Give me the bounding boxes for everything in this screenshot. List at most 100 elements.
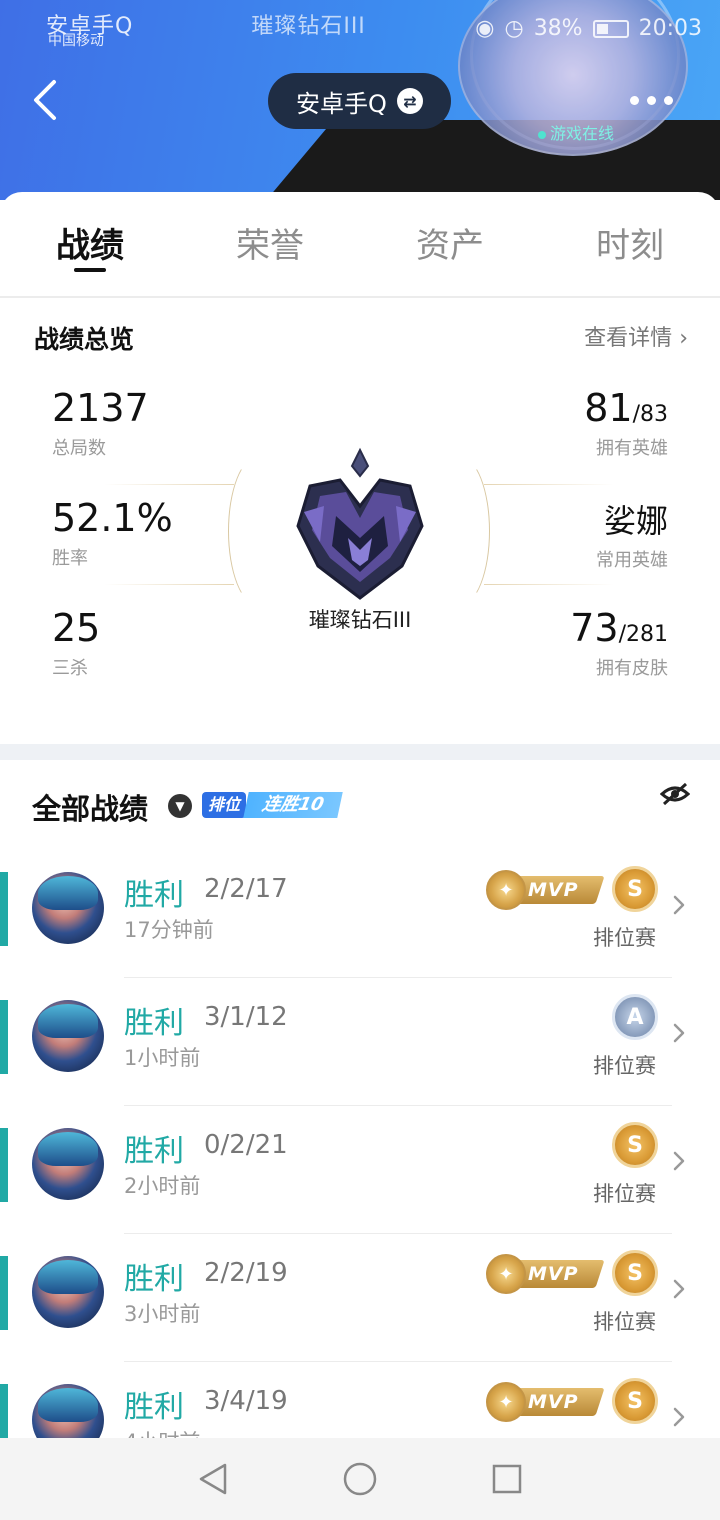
all-matches-title[interactable]: 全部战绩 <box>32 786 148 828</box>
more-dot-icon <box>630 95 639 105</box>
mvp-star-icon: ✦ <box>486 1382 526 1422</box>
tab-record[interactable]: 战绩 <box>0 192 180 296</box>
emblem-arc-left <box>228 456 288 606</box>
win-indicator-bar <box>0 1000 8 1074</box>
stat-total: /281 <box>618 622 668 647</box>
stat-label: 三杀 <box>52 658 88 679</box>
more-options-button[interactable] <box>630 88 680 112</box>
circle-home-icon <box>343 1462 377 1496</box>
match-mode: 排位赛 <box>593 1054 656 1078</box>
match-result: 胜利 <box>124 878 184 913</box>
tab-honor[interactable]: 荣誉 <box>180 192 360 296</box>
nav-home-button[interactable] <box>340 1459 380 1499</box>
match-mode: 排位赛 <box>593 926 656 950</box>
divider-line <box>104 584 234 585</box>
mvp-badge: ✦ MVP <box>486 1254 605 1294</box>
chevron-right-icon <box>673 1023 685 1043</box>
grade-s-icon: S <box>612 866 658 912</box>
account-switch-button[interactable]: 安卓手Q ⇄ <box>268 73 451 129</box>
divider-line <box>484 484 614 485</box>
grade-a-icon: A <box>612 994 658 1040</box>
match-kda: 0/2/21 <box>204 1130 288 1160</box>
stat-number: 73 <box>570 606 619 650</box>
battery-percent: 38% <box>533 16 583 41</box>
view-details-link[interactable]: 查看详情 › <box>584 320 688 352</box>
stat-value: 娑娜 <box>603 502 668 540</box>
match-result: 胜利 <box>124 1262 184 1297</box>
match-time: 17分钟前 <box>124 918 214 942</box>
stat-heroes-owned: 81/83 拥有英雄 <box>584 386 668 460</box>
stat-total-games: 2137 总局数 <box>52 386 149 460</box>
streak-badge-ranked: 排位 <box>202 792 246 818</box>
chevron-right-icon <box>673 1407 685 1427</box>
tab-moments[interactable]: 时刻 <box>540 192 720 296</box>
back-button[interactable] <box>28 78 68 122</box>
divider-line <box>104 484 234 485</box>
more-dot-icon <box>664 95 673 105</box>
match-row[interactable]: 胜利 0/2/21 2小时前 S 排位赛 <box>0 1106 720 1234</box>
hero-avatar <box>32 872 104 944</box>
record-overview: 战绩总览 查看详情 › 2137 总局数 52.1% 胜率 25 三杀 81/8… <box>0 298 720 744</box>
grade-s-icon: S <box>612 1378 658 1424</box>
online-status-text: 游戏在线 <box>550 124 615 143</box>
match-result: 胜利 <box>124 1390 184 1425</box>
carrier-label: 中国移动 <box>48 33 104 49</box>
mvp-star-icon: ✦ <box>486 1254 526 1294</box>
stat-label: 拥有皮肤 <box>596 658 668 679</box>
hero-avatar <box>32 1000 104 1072</box>
section-divider <box>0 744 720 760</box>
stat-value: 52.1% <box>52 496 173 540</box>
match-row[interactable]: 胜利 2/2/17 17分钟前 ✦ MVP S 排位赛 <box>0 850 720 978</box>
chevron-right-icon: › <box>679 326 688 351</box>
matches-header: 全部战绩 ▼ 排位 连胜10 <box>0 760 720 850</box>
mvp-label: MVP <box>528 1391 579 1413</box>
match-kda: 3/1/12 <box>204 1002 288 1032</box>
diamond-rank-emblem-icon[interactable] <box>290 446 430 606</box>
match-kda: 3/4/19 <box>204 1386 288 1416</box>
match-row[interactable]: 胜利 3/1/12 1小时前 A 排位赛 <box>0 978 720 1106</box>
emblem-arc-right <box>430 456 490 606</box>
hero-avatar <box>32 1128 104 1200</box>
nav-recents-button[interactable] <box>487 1459 527 1499</box>
streak-badge-count: 连胜10 <box>243 792 343 818</box>
online-status: 游戏在线 <box>538 120 614 144</box>
match-time: 3小时前 <box>124 1302 201 1326</box>
win-indicator-bar <box>0 1256 8 1330</box>
stat-triple-kills: 25 三杀 <box>52 606 100 680</box>
match-row[interactable]: 胜利 2/2/19 3小时前 ✦ MVP S 排位赛 <box>0 1234 720 1362</box>
match-mode: 排位赛 <box>593 1310 656 1334</box>
hide-eye-icon[interactable] <box>660 782 690 806</box>
divider-line <box>484 584 614 585</box>
stat-value: 81/83 <box>584 386 668 430</box>
hero-avatar <box>32 1256 104 1328</box>
stat-label: 总局数 <box>52 438 106 459</box>
chevron-right-icon <box>673 1151 685 1171</box>
eye-icon: ◉ <box>475 16 495 41</box>
win-indicator-bar <box>0 1128 8 1202</box>
stat-skins-owned: 73/281 拥有皮肤 <box>570 606 668 680</box>
stat-label: 胜率 <box>52 548 88 569</box>
mvp-label: MVP <box>528 1263 579 1285</box>
grade-s-icon: S <box>612 1122 658 1168</box>
match-result: 胜利 <box>124 1134 184 1169</box>
square-recents-icon <box>492 1464 521 1494</box>
status-overlay-text: 璀璨钻石III <box>251 14 366 39</box>
stat-label: 拥有英雄 <box>596 438 668 459</box>
account-title: 安卓手Q <box>296 89 387 118</box>
stat-common-hero[interactable]: 娑娜 常用英雄 <box>596 496 668 572</box>
filter-dropdown-icon[interactable]: ▼ <box>168 794 192 818</box>
view-details-text: 查看详情 <box>584 326 673 351</box>
match-mode: 排位赛 <box>593 1182 656 1206</box>
nav-back-button[interactable] <box>193 1459 233 1499</box>
swap-icon: ⇄ <box>396 88 423 114</box>
mvp-badge: ✦ MVP <box>486 870 605 910</box>
back-arrow-icon <box>34 80 56 120</box>
match-kda: 2/2/17 <box>204 874 288 904</box>
tab-assets[interactable]: 资产 <box>360 192 540 296</box>
win-indicator-bar <box>0 872 8 946</box>
stat-number: 81 <box>584 386 633 430</box>
stat-total: /83 <box>632 402 668 427</box>
more-dot-icon <box>647 95 656 105</box>
win-streak-badge: 排位 连胜10 <box>202 786 343 820</box>
status-bar: 安卓手Q 璀璨钻石III 中国移动 ◉ ◷ 38% 20:03 <box>0 6 720 49</box>
